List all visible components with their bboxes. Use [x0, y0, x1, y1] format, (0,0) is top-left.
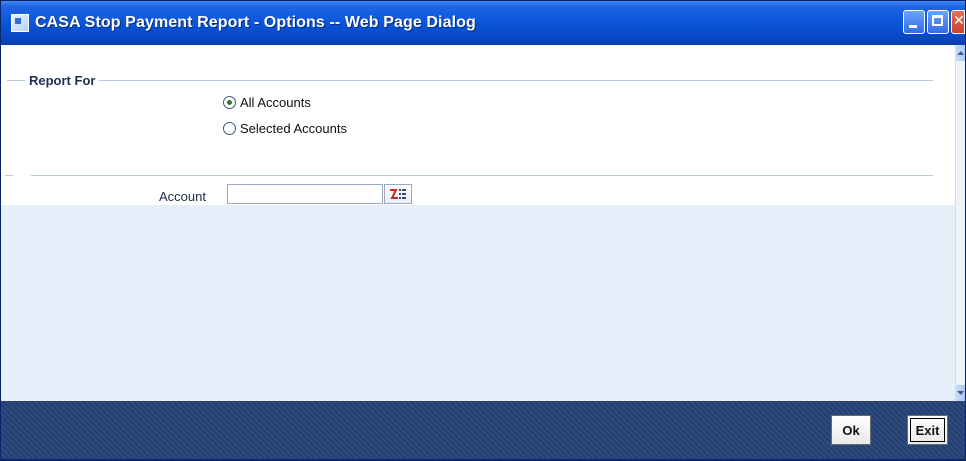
- account-divider: [31, 175, 933, 176]
- close-button[interactable]: [951, 10, 965, 34]
- exit-button[interactable]: Exit: [907, 415, 948, 445]
- radio-all-accounts[interactable]: All Accounts: [223, 95, 311, 110]
- account-divider-left: [5, 175, 13, 176]
- account-lov-button[interactable]: [384, 184, 412, 204]
- window-title: CASA Stop Payment Report - Options -- We…: [35, 14, 476, 31]
- dialog-footer: Ok Exit: [1, 401, 965, 459]
- account-input[interactable]: [227, 184, 383, 204]
- radio-all-accounts-icon[interactable]: [223, 96, 236, 109]
- account-label: Account: [159, 189, 206, 204]
- report-for-label: Report For: [25, 73, 100, 88]
- ok-button[interactable]: Ok: [831, 415, 871, 445]
- radio-selected-accounts[interactable]: Selected Accounts: [223, 121, 347, 136]
- minimize-button[interactable]: [903, 10, 925, 34]
- report-for-divider: [7, 80, 933, 81]
- title-bar[interactable]: CASA Stop Payment Report - Options -- We…: [1, 1, 965, 45]
- vertical-scrollbar[interactable]: [955, 45, 965, 401]
- lower-panel: [1, 205, 956, 401]
- dialog-window: CASA Stop Payment Report - Options -- We…: [0, 0, 966, 461]
- window-controls: [901, 10, 965, 34]
- radio-selected-accounts-label: Selected Accounts: [240, 121, 347, 136]
- radio-all-accounts-label: All Accounts: [240, 95, 311, 110]
- options-content: Report For All Accounts Selected Account…: [1, 45, 956, 401]
- scroll-up-icon[interactable]: [956, 45, 965, 61]
- window-icon: [11, 14, 29, 32]
- maximize-button[interactable]: [927, 10, 949, 34]
- list-of-values-icon: [390, 189, 406, 199]
- scroll-down-icon[interactable]: [956, 385, 965, 401]
- radio-selected-accounts-icon[interactable]: [223, 122, 236, 135]
